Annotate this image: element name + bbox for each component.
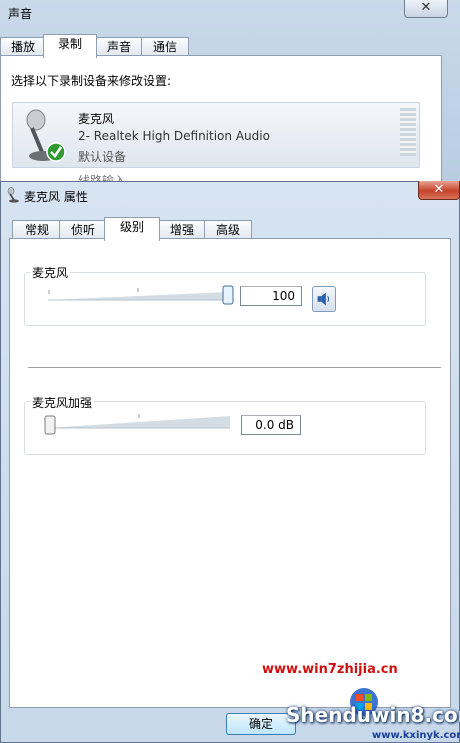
tab-general[interactable]: 常规 [12,220,62,240]
sound-window-title: 声音 [8,7,33,21]
dialog-close-button[interactable]: ✕ [418,181,460,200]
boost-group-label: 麦克风加强 [30,394,95,411]
speaker-icon [317,292,330,306]
tab-enhancements[interactable]: 增强 [157,220,207,240]
tab-advanced[interactable]: 高级 [204,220,252,240]
microphone-slider-thumb[interactable] [222,285,234,305]
microphone-group-label: 麦克风 [30,264,71,281]
watermark-url: www.win7zhijia.cn [262,662,398,677]
device-status: 默认设备 [78,150,127,164]
tab-playback[interactable]: 播放 [0,37,46,57]
microphone-level-value[interactable]: 100 [240,286,302,306]
tab-listen[interactable]: 侦听 [59,220,107,240]
device-driver: 2- Realtek High Definition Audio [78,129,270,143]
watermark-site-small: www.kxinyk.com [372,730,460,741]
microphone-boost-slider[interactable] [44,412,234,436]
mute-button[interactable] [312,286,336,312]
separator [28,367,441,368]
microphone-icon [26,109,66,162]
device-name: 麦克风 [78,112,115,126]
dialog-title: 麦克风 属性 [24,190,88,204]
watermark-site: Shenduwin8.com [286,703,460,727]
boost-slider-thumb[interactable] [44,415,56,435]
sound-window-tabs: 播放 录制 声音 通信 [0,34,460,58]
tab-sounds[interactable]: 声音 [94,37,144,57]
microphone-small-icon [7,187,19,203]
microphone-level-slider[interactable] [46,284,234,308]
tab-communications[interactable]: 通信 [141,37,189,57]
sound-window-close-button[interactable]: ✕ [404,0,448,18]
tab-recording[interactable]: 录制 [43,34,97,58]
level-meter [400,108,416,156]
recording-instruction: 选择以下录制设备来修改设置: [11,74,172,88]
tab-levels[interactable]: 级别 [104,217,160,241]
microphone-boost-value[interactable]: 0.0 dB [241,415,301,435]
